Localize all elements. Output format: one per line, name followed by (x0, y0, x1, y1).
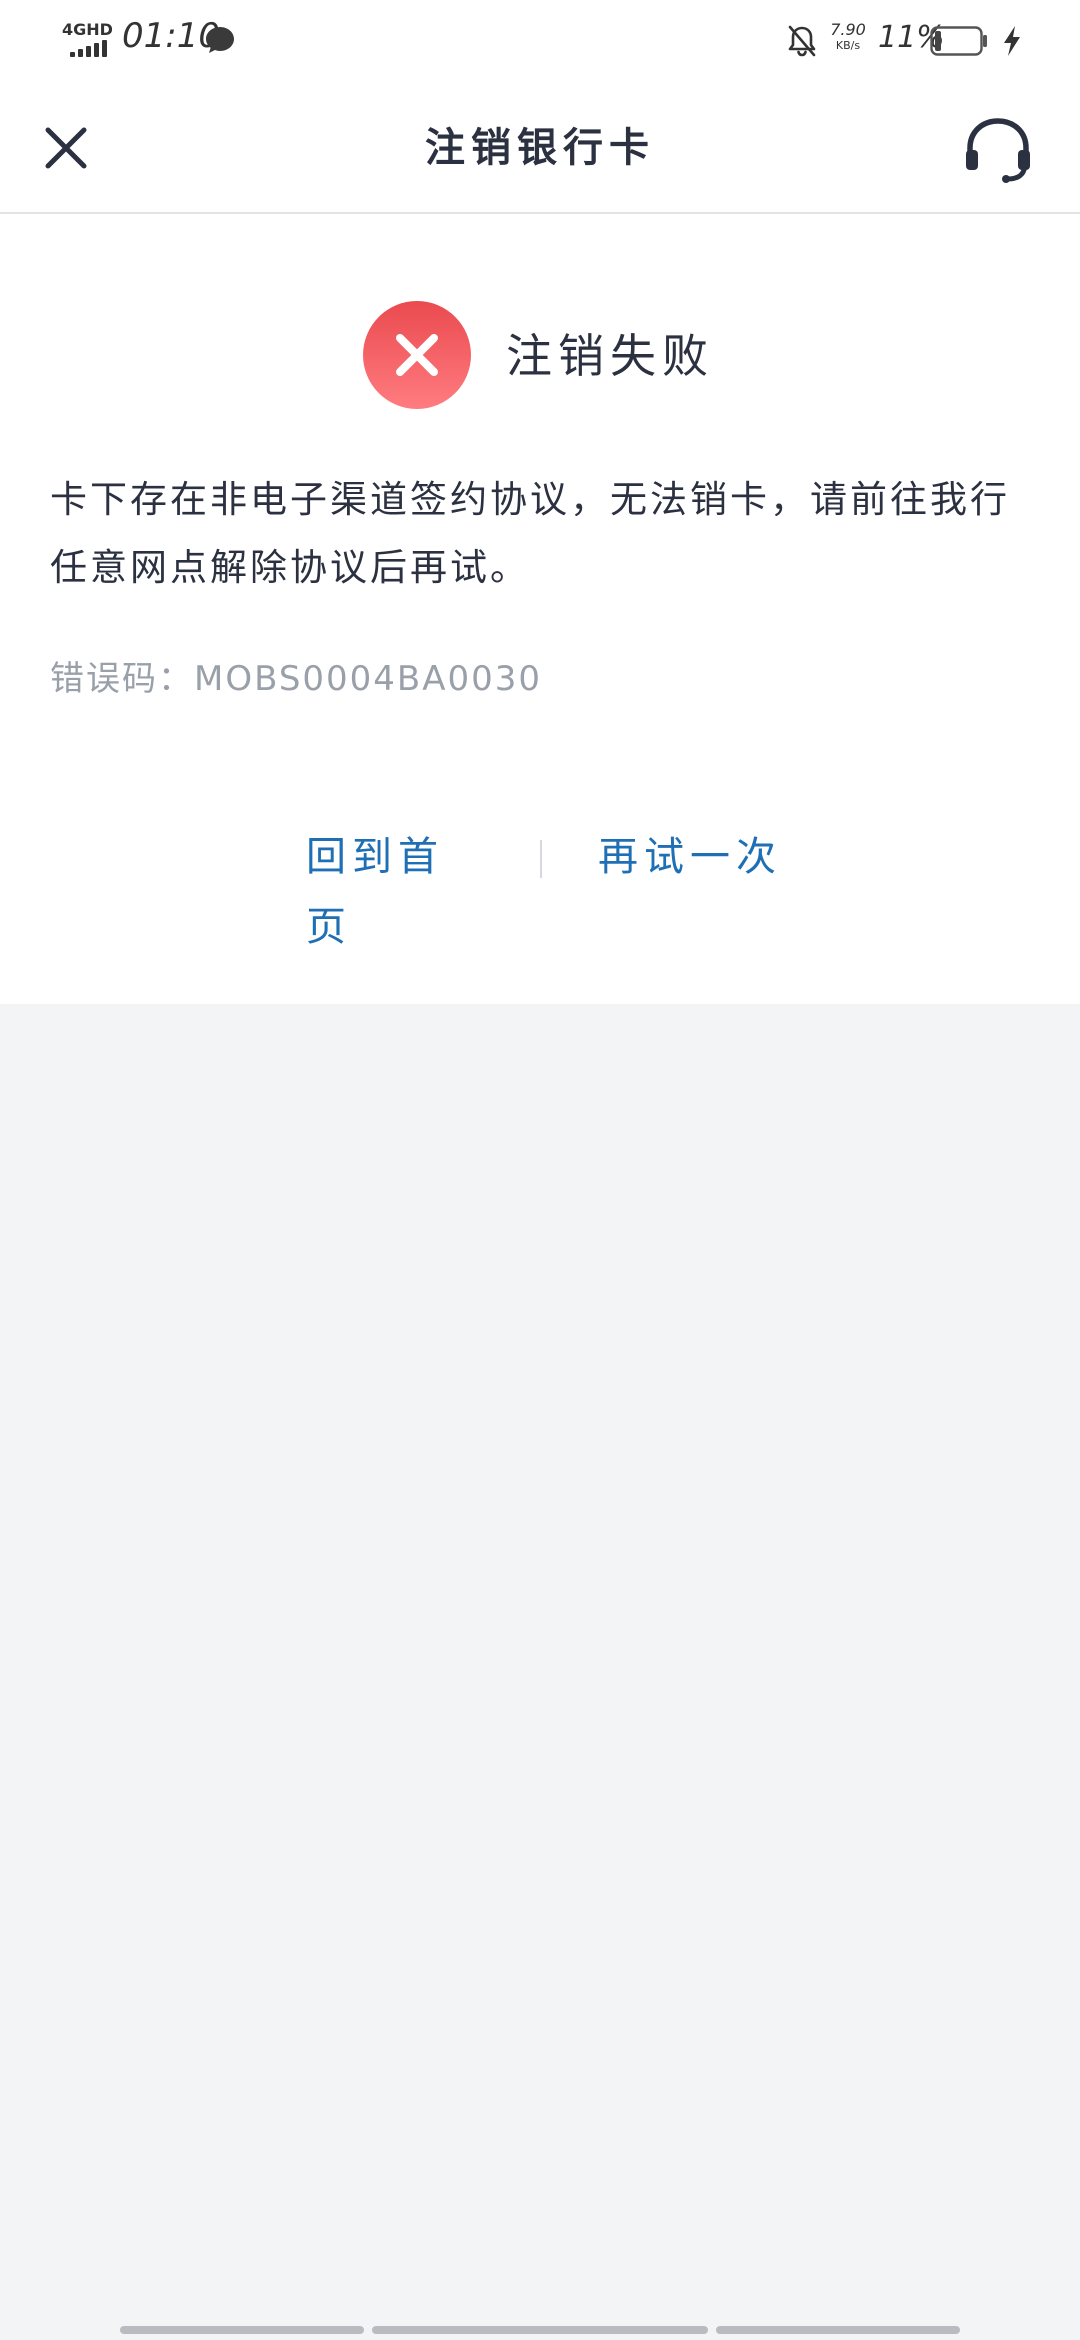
network-type: 4GHD (62, 20, 113, 39)
result-header: 注销失败 (0, 300, 1080, 412)
error-x-icon (363, 301, 471, 409)
status-bar: 4GHD 01:10 7.90 KB/s 11% (0, 0, 1080, 82)
message-bubble-icon (206, 27, 234, 53)
signal-bars-icon (70, 40, 107, 57)
battery-icon (930, 26, 987, 56)
result-actions: 回到首页 再试一次 (0, 822, 1080, 950)
result-title: 注销失败 (506, 329, 714, 383)
charging-bolt-icon (1004, 26, 1020, 56)
nav-header: 注销银行卡 (0, 82, 1080, 214)
back-to-home-button[interactable]: 回到首页 (306, 822, 486, 950)
network-speed: 7.90 KB/s (830, 20, 866, 53)
error-code: 错误码：MOBS0004BA0030 (50, 659, 543, 699)
battery-level-fill (935, 31, 941, 51)
bell-off-icon (788, 25, 816, 57)
headset-icon[interactable] (960, 112, 1036, 188)
signal-indicator: 4GHD (62, 22, 114, 58)
gesture-bar[interactable] (0, 2326, 1080, 2334)
page-title: 注销银行卡 (425, 125, 655, 171)
action-divider (540, 840, 542, 878)
retry-button[interactable]: 再试一次 (598, 822, 788, 892)
result-message: 卡下存在非电子渠道签约协议，无法销卡，请前往我行任意网点解除协议后再试。 (50, 478, 1010, 589)
result-card: 注销失败 卡下存在非电子渠道签约协议，无法销卡，请前往我行任意网点解除协议后再试… (0, 214, 1080, 1004)
